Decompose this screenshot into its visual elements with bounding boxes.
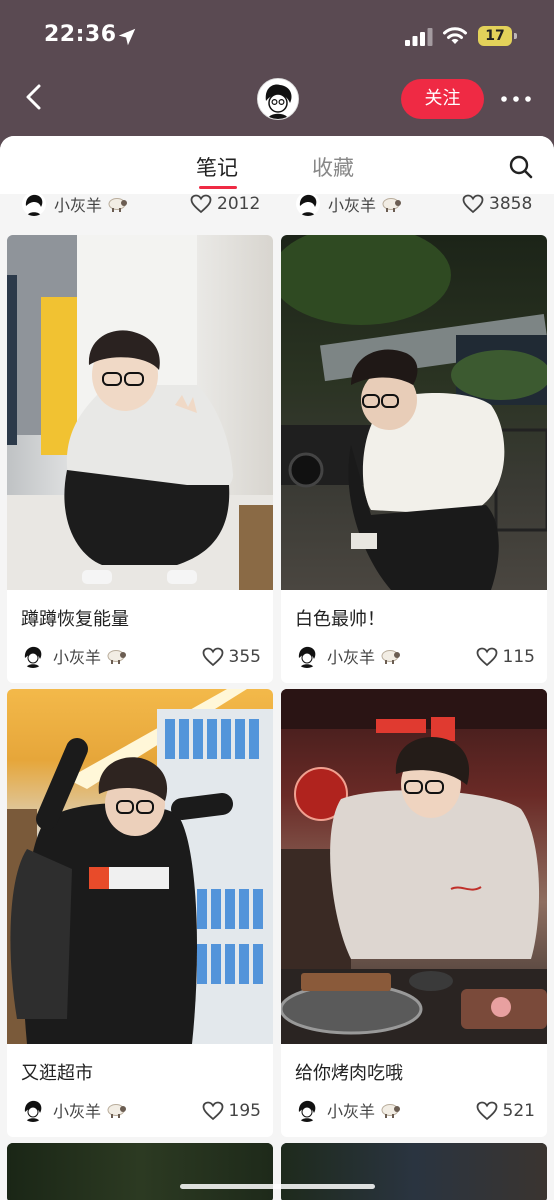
note-author[interactable]: 小灰羊 xyxy=(295,1097,401,1123)
like-count: 355 xyxy=(228,647,261,667)
nav-bar: 关注 xyxy=(0,70,554,136)
sheep-icon xyxy=(381,650,401,664)
sheep-icon xyxy=(382,198,402,212)
note-author[interactable]: 小灰羊 xyxy=(295,643,401,669)
heart-icon xyxy=(476,1101,497,1121)
note-card[interactable]: 蹲蹲恢复能量 小灰羊 355 xyxy=(7,235,273,683)
follow-button[interactable]: 关注 xyxy=(401,79,484,119)
like-count: 115 xyxy=(502,647,535,667)
tab-active-indicator xyxy=(199,186,237,189)
heart-icon xyxy=(476,647,497,667)
photo-illustration xyxy=(7,689,273,1044)
note-title: 给你烤肉吃哦 xyxy=(295,1063,403,1084)
notes-sheet: 笔记 收藏 小灰羊 2012 小灰羊 3858 蹲蹲恢复能量 小灰羊 355 白… xyxy=(0,136,554,1200)
note-cover-image[interactable] xyxy=(7,1143,273,1200)
heart-icon xyxy=(202,1101,223,1121)
note-author[interactable]: 小灰羊 xyxy=(21,643,127,669)
sheep-icon xyxy=(108,198,128,212)
note-cover-image[interactable] xyxy=(7,235,273,590)
note-title: 又逛超市 xyxy=(21,1063,93,1084)
avatar xyxy=(296,192,320,216)
wifi-icon xyxy=(443,27,467,44)
heart-icon xyxy=(462,194,484,214)
status-time: 22:36 xyxy=(44,22,117,47)
like-count: 195 xyxy=(228,1101,261,1121)
avatar xyxy=(295,644,319,668)
status-bar: 22:36 17 xyxy=(0,0,554,70)
like-count: 3858 xyxy=(489,194,533,214)
note-cover-image[interactable] xyxy=(7,689,273,1044)
tab-notes[interactable]: 笔记 xyxy=(196,152,238,182)
search-icon[interactable] xyxy=(508,154,534,180)
partial-card-likes[interactable]: 2012 xyxy=(190,190,260,218)
author-name: 小灰羊 xyxy=(328,196,377,215)
tabs-bar: 笔记 收藏 xyxy=(0,136,554,194)
heart-icon xyxy=(190,194,212,214)
more-dots-icon[interactable] xyxy=(498,84,534,114)
note-card[interactable]: 又逛超市 小灰羊 195 xyxy=(7,689,273,1137)
note-cover-image[interactable] xyxy=(281,689,547,1044)
home-indicator[interactable] xyxy=(180,1184,375,1189)
photo-illustration xyxy=(281,689,547,1044)
note-title: 蹲蹲恢复能量 xyxy=(21,609,129,630)
like-button[interactable]: 355 xyxy=(202,645,261,669)
like-count: 521 xyxy=(502,1101,535,1121)
avatar xyxy=(22,192,46,216)
like-count: 2012 xyxy=(217,194,261,214)
note-cover-image[interactable] xyxy=(281,1143,547,1200)
note-card[interactable] xyxy=(281,1143,547,1200)
avatar xyxy=(21,644,45,668)
heart-icon xyxy=(202,647,223,667)
note-card[interactable] xyxy=(7,1143,273,1200)
sheep-icon xyxy=(107,650,127,664)
sheep-icon xyxy=(107,1104,127,1118)
signal-icon xyxy=(405,28,433,46)
author-name: 小灰羊 xyxy=(327,648,376,667)
partial-card-likes[interactable]: 3858 xyxy=(462,190,532,218)
tab-collections[interactable]: 收藏 xyxy=(312,152,354,182)
avatar xyxy=(295,1098,319,1122)
sheep-icon xyxy=(381,1104,401,1118)
battery-indicator: 17 xyxy=(478,26,517,46)
author-name: 小灰羊 xyxy=(54,196,103,215)
author-name: 小灰羊 xyxy=(53,1102,102,1121)
like-button[interactable]: 521 xyxy=(476,1099,535,1123)
like-button[interactable]: 195 xyxy=(202,1099,261,1123)
like-button[interactable]: 115 xyxy=(476,645,535,669)
photo-illustration xyxy=(7,235,273,590)
note-card[interactable]: 给你烤肉吃哦 小灰羊 521 xyxy=(281,689,547,1137)
back-chevron-icon[interactable] xyxy=(20,82,50,112)
partial-card-footer[interactable]: 小灰羊 xyxy=(296,190,402,218)
avatar[interactable] xyxy=(257,78,299,120)
author-name: 小灰羊 xyxy=(53,648,102,667)
note-card[interactable]: 白色最帅！ 小灰羊 115 xyxy=(281,235,547,683)
avatar-illustration xyxy=(258,79,298,119)
battery-level: 17 xyxy=(485,28,505,44)
avatar xyxy=(21,1098,45,1122)
note-cover-image[interactable] xyxy=(281,235,547,590)
note-title: 白色最帅！ xyxy=(295,609,385,630)
photo-illustration xyxy=(281,235,547,590)
partial-card-footer[interactable]: 小灰羊 xyxy=(22,190,128,218)
author-name: 小灰羊 xyxy=(327,1102,376,1121)
note-author[interactable]: 小灰羊 xyxy=(21,1097,127,1123)
location-arrow-icon xyxy=(118,28,136,46)
